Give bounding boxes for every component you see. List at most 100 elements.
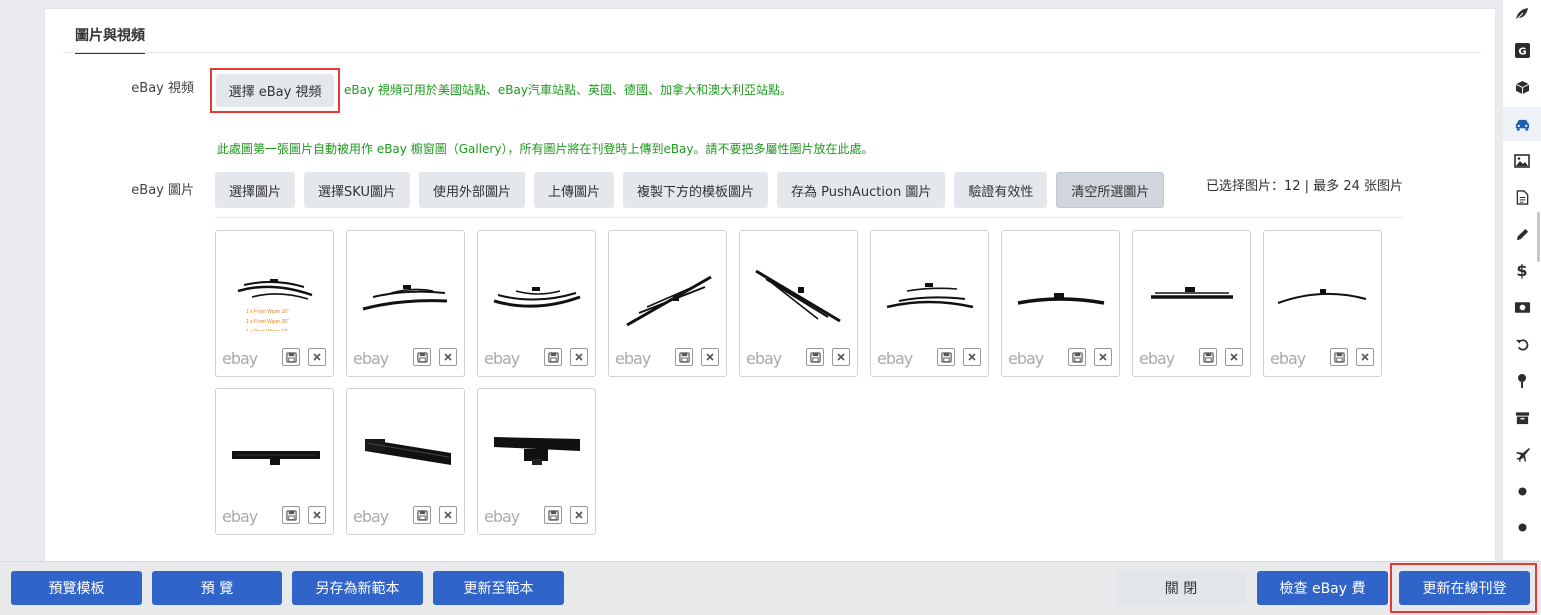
delete-image-button[interactable] xyxy=(832,348,850,366)
sidebar-item-archive[interactable] xyxy=(1503,401,1541,435)
ebay-watermark: ebay xyxy=(746,349,782,368)
wiper-blade-image xyxy=(1277,289,1367,304)
image-thumbnail[interactable]: 1 x Front Wiper 16" 1 x Front Wiper 26" 1 … xyxy=(215,230,334,377)
upload-images-button[interactable]: 上傳圖片 xyxy=(533,172,614,208)
wiper-blade-image: 1 x Front Wiper 16" 1 x Front Wiper 26" 1 … xyxy=(237,279,313,331)
selected-images-count: 已选择图片：12 | 最多 24 张图片 xyxy=(1206,179,1403,194)
image-thumbnail[interactable]: ebay xyxy=(870,230,989,377)
image-thumbnail[interactable]: ebay xyxy=(215,388,334,535)
ebay-watermark: ebay xyxy=(484,507,520,526)
delete-image-button[interactable] xyxy=(1094,348,1112,366)
save-pushauction-images-button[interactable]: 存為 PushAuction 圖片 xyxy=(777,172,946,208)
delete-image-button[interactable] xyxy=(701,348,719,366)
ebay-watermark: ebay xyxy=(1270,349,1306,368)
sidebar-item-dot[interactable] xyxy=(1503,511,1541,545)
wiper-blade-image xyxy=(232,451,320,465)
sidebar-item-image[interactable] xyxy=(1503,144,1541,178)
sidebar-item-money[interactable] xyxy=(1503,291,1541,325)
check-ebay-fees-button[interactable]: 檢查 eBay 費 xyxy=(1257,571,1388,605)
close-icon xyxy=(1361,353,1369,361)
save-image-button[interactable] xyxy=(1330,348,1348,366)
wiper-blade-image xyxy=(1017,293,1105,305)
use-external-images-button[interactable]: 使用外部圖片 xyxy=(418,172,525,208)
delete-image-button[interactable] xyxy=(1356,348,1374,366)
delete-image-button[interactable] xyxy=(308,348,326,366)
update-online-listing-button[interactable]: 更新在線刊登 xyxy=(1399,571,1530,605)
close-button[interactable]: 關 閉 xyxy=(1116,571,1246,605)
delete-image-button[interactable] xyxy=(308,506,326,524)
update-listing-highlight: 更新在線刊登 xyxy=(1390,563,1537,613)
clear-selected-images-button[interactable]: 清空所選圖片 xyxy=(1056,172,1165,208)
ebay-watermark: ebay xyxy=(353,349,389,368)
sidebar-item-leaf[interactable] xyxy=(1503,0,1541,31)
sidebar-item-plane[interactable] xyxy=(1503,437,1541,471)
save-image-button[interactable] xyxy=(1068,348,1086,366)
save-image-button[interactable] xyxy=(806,348,824,366)
image-thumbnail[interactable]: ebay xyxy=(608,230,727,377)
save-image-button[interactable] xyxy=(544,348,562,366)
select-ebay-video-button[interactable]: 選擇 eBay 視頻 xyxy=(216,74,334,107)
copy-template-images-button[interactable]: 複製下方的模板圖片 xyxy=(623,172,769,208)
image-thumbnail[interactable]: ebay xyxy=(1263,230,1382,377)
update-template-button[interactable]: 更新至範本 xyxy=(433,571,564,605)
footer-action-bar: 預覽模板 預 覽 另存為新範本 更新至範本 關 閉 檢查 eBay 費 更新在線… xyxy=(0,561,1541,615)
save-icon xyxy=(940,351,952,363)
undo-icon xyxy=(1515,337,1530,352)
sidebar-item-car[interactable] xyxy=(1503,107,1541,142)
image-thumbnail[interactable]: ebay xyxy=(739,230,858,377)
car-icon xyxy=(1514,117,1531,132)
delete-image-button[interactable] xyxy=(1225,348,1243,366)
validate-button[interactable]: 驗證有效性 xyxy=(954,172,1048,208)
save-image-button[interactable] xyxy=(675,348,693,366)
save-image-button[interactable] xyxy=(282,348,300,366)
sidebar-item-dot[interactable] xyxy=(1503,474,1541,508)
sidebar-item-map-pin[interactable] xyxy=(1503,364,1541,398)
save-image-button[interactable] xyxy=(413,348,431,366)
wiper-blade-image xyxy=(365,439,451,465)
close-icon xyxy=(968,353,976,361)
dollar-icon: $ xyxy=(1516,261,1528,281)
save-image-button[interactable] xyxy=(1199,348,1217,366)
save-icon xyxy=(285,509,297,521)
select-sku-images-button[interactable]: 選擇SKU圖片 xyxy=(304,172,410,208)
save-image-button[interactable] xyxy=(413,506,431,524)
images-video-panel: 圖片與視頻 eBay 視頻 選擇 eBay 視頻 eBay 視頻可用於美國站點、… xyxy=(44,8,1496,564)
sidebar-item-google[interactable]: G xyxy=(1503,34,1541,68)
delete-image-button[interactable] xyxy=(570,348,588,366)
sidebar-item-dollar[interactable]: $ xyxy=(1503,254,1541,288)
ebay-watermark: ebay xyxy=(615,349,651,368)
ebay-images-label: eBay 圖片 xyxy=(131,183,194,198)
close-icon xyxy=(1099,353,1107,361)
save-as-new-template-button[interactable]: 另存為新範本 xyxy=(292,571,423,605)
sidebar-item-pencil[interactable] xyxy=(1503,217,1541,251)
image-thumbnail[interactable]: ebay xyxy=(477,388,596,535)
ebay-watermark: ebay xyxy=(222,507,258,526)
save-image-button[interactable] xyxy=(937,348,955,366)
preview-template-button[interactable]: 預覽模板 xyxy=(11,571,142,605)
ebay-watermark: ebay xyxy=(1008,349,1044,368)
image-thumbnail[interactable]: ebay xyxy=(346,388,465,535)
save-image-button[interactable] xyxy=(282,506,300,524)
preview-button[interactable]: 預 覽 xyxy=(152,571,282,605)
images-note: 此處圖第一張圖片自動被用作 eBay 櫥窗圖（Gallery），所有圖片將在刊登… xyxy=(217,142,874,156)
ebay-video-label: eBay 視頻 xyxy=(131,81,194,96)
close-icon xyxy=(444,511,452,519)
save-image-button[interactable] xyxy=(544,506,562,524)
sidebar-item-undo[interactable] xyxy=(1503,327,1541,361)
sidebar-item-file[interactable] xyxy=(1503,181,1541,215)
pencil-icon xyxy=(1515,227,1530,242)
image-thumbnail[interactable]: ebay xyxy=(1001,230,1120,377)
toolbar-divider xyxy=(215,217,1403,218)
delete-image-button[interactable] xyxy=(570,506,588,524)
select-images-button[interactable]: 選擇圖片 xyxy=(215,172,296,208)
video-note: eBay 視頻可用於美國站點、eBay汽車站點、英國、德國、加拿大和澳大利亞站點… xyxy=(344,83,792,97)
delete-image-button[interactable] xyxy=(439,348,457,366)
dot-icon xyxy=(1518,487,1527,496)
ebay-watermark: ebay xyxy=(484,349,520,368)
delete-image-button[interactable] xyxy=(439,506,457,524)
image-thumbnail[interactable]: ebay xyxy=(1132,230,1251,377)
image-thumbnail[interactable]: ebay xyxy=(346,230,465,377)
delete-image-button[interactable] xyxy=(963,348,981,366)
image-thumbnail[interactable]: ebay xyxy=(477,230,596,377)
sidebar-item-box[interactable] xyxy=(1503,70,1541,104)
